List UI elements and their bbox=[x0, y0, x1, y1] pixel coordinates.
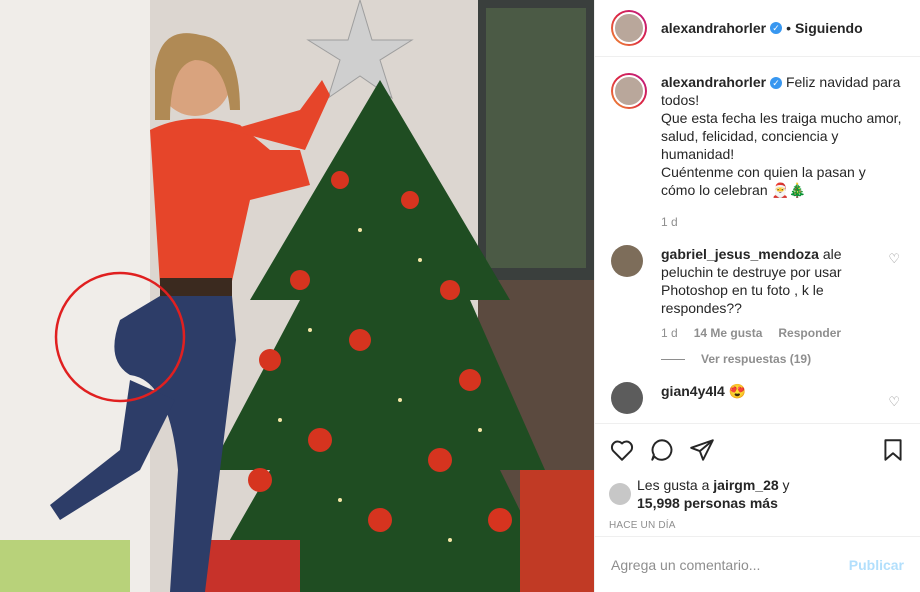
comment-line: peluchin te destruye por usar bbox=[661, 264, 842, 280]
comment-emoji: 😍 bbox=[728, 383, 747, 399]
comment-line: respondes?? bbox=[661, 300, 742, 316]
liker-username[interactable]: jairgm_28 bbox=[713, 477, 778, 493]
comment-item: gabriel_jesus_mendoza ale peluchin te de… bbox=[611, 245, 904, 340]
action-icons bbox=[609, 434, 906, 466]
author-avatar[interactable] bbox=[611, 10, 647, 46]
caption-text: alexandrahorler ✓ Feliz navidad para todo… bbox=[661, 73, 901, 199]
comment-line: Photoshop en tu foto , k le bbox=[661, 282, 824, 298]
comment-time[interactable]: 1 d bbox=[661, 326, 678, 340]
verified-badge-icon: ✓ bbox=[770, 77, 783, 89]
comment-text: gabriel_jesus_mendoza ale peluchin te de… bbox=[661, 245, 891, 317]
caption: alexandrahorler ✓ Feliz navidad para todo… bbox=[611, 73, 904, 229]
heart-icon[interactable] bbox=[609, 437, 635, 463]
caption-line: todos! bbox=[661, 92, 700, 108]
comment-item: gian4y4l4 😍 ♡ bbox=[611, 382, 904, 414]
share-icon[interactable] bbox=[689, 437, 715, 463]
post-date[interactable]: HACE UN DÍA bbox=[609, 520, 906, 531]
caption-line: Cuéntenme con quien la pasan y bbox=[661, 164, 866, 180]
comment-username[interactable]: gian4y4l4 bbox=[661, 383, 725, 399]
post-header: alexandrahorler ✓ • Siguiendo bbox=[595, 0, 920, 57]
likes-suffix: y bbox=[778, 477, 790, 493]
caption-line: humanidad! bbox=[661, 146, 735, 162]
separator-dot: • bbox=[786, 20, 791, 36]
author-username[interactable]: alexandrahorler bbox=[661, 20, 766, 36]
likes-count[interactable]: 15,998 personas más bbox=[637, 495, 778, 511]
caption-meta: 1 d bbox=[661, 215, 901, 229]
bookmark-icon[interactable] bbox=[880, 437, 906, 463]
comment-avatar[interactable] bbox=[611, 382, 643, 414]
liker-avatar[interactable] bbox=[609, 483, 631, 505]
view-replies-button[interactable]: Ver respuestas (19) bbox=[661, 352, 904, 366]
post-photo-illustration bbox=[0, 0, 594, 592]
comment-like-heart-icon[interactable]: ♡ bbox=[888, 394, 900, 410]
caption-line: Feliz navidad para bbox=[785, 74, 901, 90]
comments-section[interactable]: alexandrahorler ✓ Feliz navidad para todo… bbox=[595, 57, 920, 423]
instagram-post: alexandrahorler ✓ • Siguiendo alexandrah… bbox=[0, 0, 920, 592]
caption-line: Que esta fecha les traiga mucho amor, bbox=[661, 110, 902, 126]
caption-avatar[interactable] bbox=[611, 73, 647, 109]
likes-summary: Les gusta a jairgm_28 y 15,998 personas … bbox=[609, 476, 906, 512]
comment-like-heart-icon[interactable]: ♡ bbox=[888, 251, 900, 267]
post-photo[interactable] bbox=[0, 0, 594, 592]
comment-meta: 1 d 14 Me gusta Responder bbox=[661, 326, 891, 340]
comment-username[interactable]: gabriel_jesus_mendoza bbox=[661, 246, 819, 262]
following-button[interactable]: Siguiendo bbox=[795, 20, 863, 36]
caption-time[interactable]: 1 d bbox=[661, 215, 678, 229]
publish-button[interactable]: Publicar bbox=[849, 557, 904, 573]
comment-icon[interactable] bbox=[649, 437, 675, 463]
comment-line: ale bbox=[822, 246, 842, 262]
comment-input[interactable] bbox=[611, 556, 849, 573]
add-comment-bar: Publicar bbox=[595, 536, 920, 592]
reply-button[interactable]: Responder bbox=[778, 326, 841, 340]
post-sidebar: alexandrahorler ✓ • Siguiendo alexandrah… bbox=[594, 0, 920, 592]
comment-avatar[interactable] bbox=[611, 245, 643, 277]
comment-likes[interactable]: 14 Me gusta bbox=[694, 326, 763, 340]
caption-username[interactable]: alexandrahorler bbox=[661, 74, 766, 90]
view-replies-label: Ver respuestas (19) bbox=[701, 352, 812, 366]
caption-line: salud, felicidad, conciencia y bbox=[661, 128, 839, 144]
verified-badge-icon: ✓ bbox=[770, 22, 783, 34]
caption-line: cómo lo celebran 🎅🎄 bbox=[661, 182, 807, 198]
post-actions: Les gusta a jairgm_28 y 15,998 personas … bbox=[595, 423, 920, 531]
likes-prefix: Les gusta a bbox=[637, 477, 714, 493]
comment-text: gian4y4l4 😍 bbox=[661, 382, 746, 414]
